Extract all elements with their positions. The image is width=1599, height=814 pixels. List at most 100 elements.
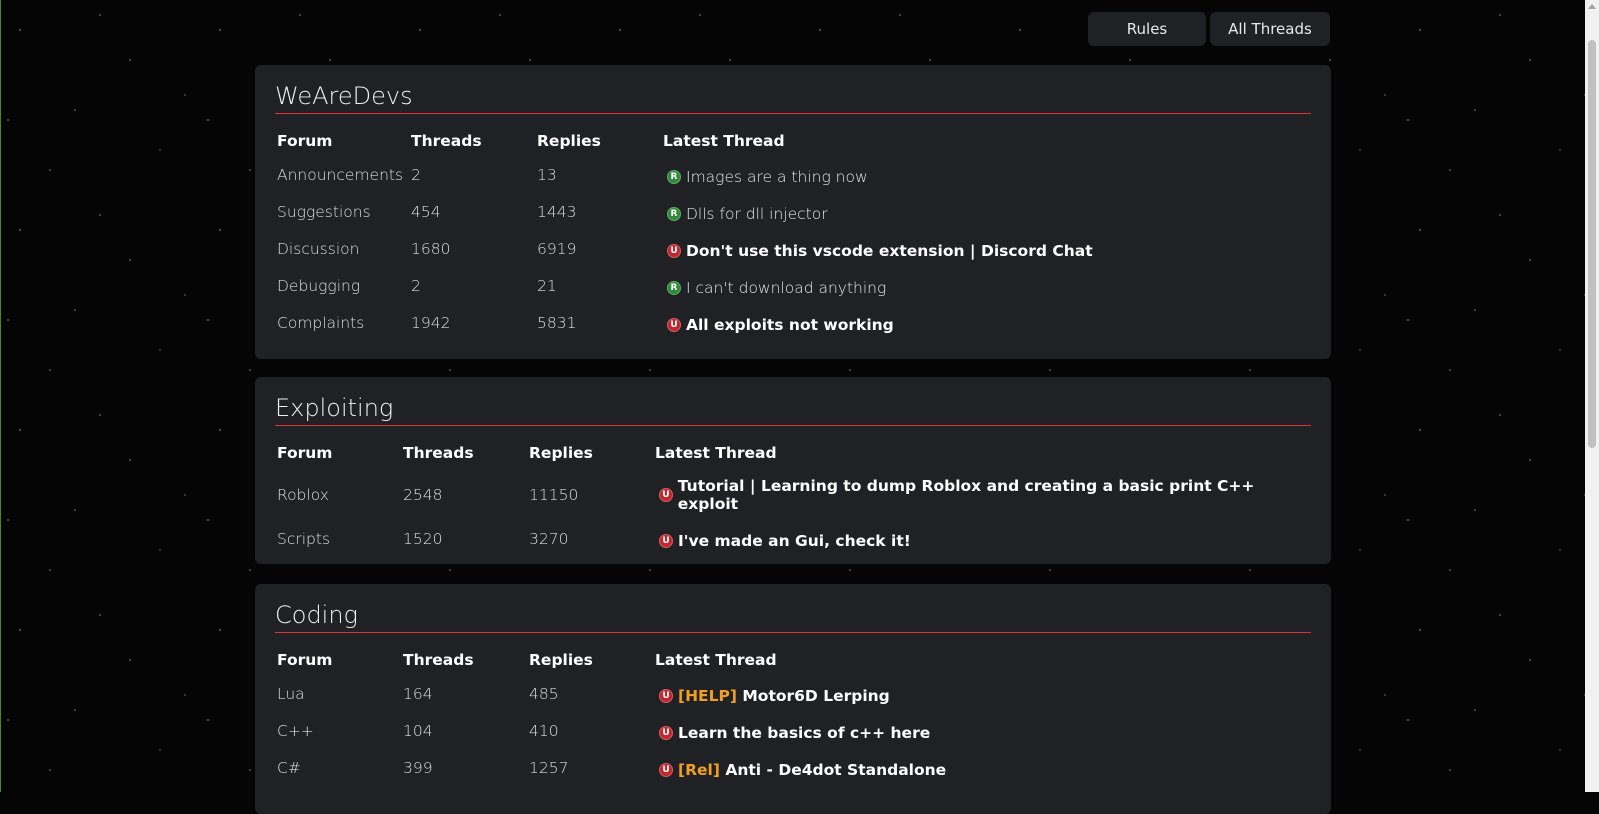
header-replies: Replies — [537, 131, 601, 150]
rules-button[interactable]: Rules — [1088, 12, 1206, 46]
latest-thread-cell: R Dlls for dll injector — [661, 195, 1095, 232]
latest-thread-title: Don't use this vscode extension | Discor… — [686, 242, 1093, 260]
latest-thread-link[interactable]: U All exploits not working — [663, 316, 894, 334]
unread-status-icon: U — [667, 243, 681, 258]
reply-count: 1257 — [529, 759, 569, 778]
thread-tag: [HELP] — [678, 686, 737, 705]
scroll-up-arrow-icon[interactable] — [1588, 4, 1596, 9]
thread-count: 454 — [411, 203, 441, 222]
thread-count: 1520 — [403, 530, 443, 549]
header-threads: Threads — [411, 131, 482, 150]
top-nav: Rules All Threads — [1088, 12, 1330, 46]
all-threads-button[interactable]: All Threads — [1210, 12, 1330, 46]
reply-count: 6919 — [537, 240, 577, 259]
forum-name-link[interactable]: Roblox — [275, 470, 401, 522]
read-status-icon: R — [667, 169, 681, 184]
unread-status-icon: U — [659, 688, 673, 703]
table-header-row: Forum Threads Replies Latest Thread — [275, 651, 948, 677]
latest-thread-link[interactable]: U Don't use this vscode extension | Disco… — [663, 242, 1093, 260]
reply-count: 13 — [537, 166, 557, 185]
thread-count: 1680 — [411, 240, 451, 259]
unread-status-icon: U — [667, 317, 681, 332]
thread-title-text: Tutorial | Learning to dump Roblox and c… — [677, 476, 1255, 513]
latest-thread-link[interactable]: U Tutorial | Learning to dump Roblox and … — [655, 477, 1309, 513]
table-header-row: Forum Threads Replies Latest Thread — [275, 444, 1311, 470]
forum-table: Forum Threads Replies Latest Thread Roblox 25… — [275, 444, 1311, 559]
thread-title-text: Motor6D Lerping — [742, 686, 890, 705]
latest-thread-cell: U All exploits not working — [661, 306, 1095, 343]
window-edge — [0, 0, 1, 792]
latest-thread-cell: U Tutorial | Learning to dump Roblox and … — [653, 470, 1311, 522]
latest-thread-title: Tutorial | Learning to dump Roblox and c… — [678, 477, 1309, 513]
table-row: Roblox 2548 11150 U Tutorial | Learning to d… — [275, 470, 1311, 522]
unread-status-icon: U — [659, 487, 673, 502]
forum-table: Forum Threads Replies Latest Thread Announce… — [275, 132, 1095, 343]
latest-thread-link[interactable]: R Dlls for dll injector — [663, 205, 828, 223]
reply-count: 21 — [537, 277, 557, 296]
reply-count: 410 — [529, 722, 559, 741]
thread-count: 164 — [403, 685, 433, 704]
thread-count: 2 — [411, 277, 421, 296]
section-exploiting: Exploiting Forum Threads Replies Latest Thre… — [255, 377, 1331, 564]
header-latest-thread: Latest Thread — [655, 650, 777, 669]
thread-count: 2 — [411, 166, 421, 185]
reply-count: 3270 — [529, 530, 569, 549]
table-row: Suggestions 454 1443 R Dlls for dll injector — [275, 195, 1095, 232]
reply-count: 5831 — [537, 314, 577, 333]
thread-count: 104 — [403, 722, 433, 741]
thread-title-text: I've made an Gui, check it! — [678, 531, 911, 550]
latest-thread-title: Learn the basics of c++ here — [678, 724, 930, 742]
latest-thread-link[interactable]: U I've made an Gui, check it! — [655, 532, 911, 550]
thread-title-text: Images are a thing now — [686, 167, 868, 186]
forum-name-link[interactable]: Scripts — [275, 522, 401, 559]
section-wearedevs: WeAreDevs Forum Threads Replies Latest Threa… — [255, 65, 1331, 359]
table-row: C++ 104 410 U Learn the basics of c++ here — [275, 714, 948, 751]
latest-thread-link[interactable]: R Images are a thing now — [663, 168, 868, 186]
latest-thread-cell: U [HELP] Motor6D Lerping — [653, 677, 948, 714]
table-row: C# 399 1257 U [Rel] Anti - De4dot Standalone — [275, 751, 948, 788]
section-title: Exploiting — [275, 377, 1311, 426]
latest-thread-cell: U Learn the basics of c++ here — [653, 714, 948, 751]
header-forum: Forum — [277, 650, 333, 669]
latest-thread-link[interactable]: U [Rel] Anti - De4dot Standalone — [655, 761, 946, 779]
latest-thread-cell: R Images are a thing now — [661, 158, 1095, 195]
thread-title-text: I can't download anything — [686, 278, 887, 297]
thread-title-text: Anti - De4dot Standalone — [725, 760, 947, 779]
thread-count: 1942 — [411, 314, 451, 333]
forum-table: Forum Threads Replies Latest Thread Lua 164 48… — [275, 651, 948, 788]
forum-name-link[interactable]: Complaints — [275, 306, 409, 343]
reply-count: 11150 — [529, 485, 579, 504]
forum-name-link[interactable]: Suggestions — [275, 195, 409, 232]
header-replies: Replies — [529, 443, 593, 462]
page-scrollbar[interactable] — [1585, 0, 1599, 792]
read-status-icon: R — [667, 206, 681, 221]
header-replies: Replies — [529, 650, 593, 669]
latest-thread-link[interactable]: U [HELP] Motor6D Lerping — [655, 687, 890, 705]
forum-name-link[interactable]: Announcements — [275, 158, 409, 195]
latest-thread-title: All exploits not working — [686, 316, 894, 334]
latest-thread-cell: R I can't download anything — [661, 269, 1095, 306]
reply-count: 1443 — [537, 203, 577, 222]
table-header-row: Forum Threads Replies Latest Thread — [275, 132, 1095, 158]
thread-title-text: Learn the basics of c++ here — [678, 723, 931, 742]
latest-thread-title: [Rel] Anti - De4dot Standalone — [678, 761, 946, 779]
header-latest-thread: Latest Thread — [663, 131, 785, 150]
scrollbar-thumb[interactable] — [1588, 40, 1596, 448]
latest-thread-title: Images are a thing now — [686, 168, 868, 186]
latest-thread-title: [HELP] Motor6D Lerping — [678, 687, 890, 705]
forum-name-link[interactable]: C++ — [275, 714, 401, 751]
thread-title-text: All exploits not working — [686, 315, 894, 334]
unread-status-icon: U — [659, 762, 673, 777]
thread-title-text: Don't use this vscode extension | Discor… — [686, 241, 1093, 260]
table-row: Scripts 1520 3270 U I've made an Gui, check … — [275, 522, 1311, 559]
unread-status-icon: U — [659, 725, 673, 740]
forum-name-link[interactable]: Debugging — [275, 269, 409, 306]
thread-count: 2548 — [403, 485, 443, 504]
forum-name-link[interactable]: C# — [275, 751, 401, 788]
forum-name-link[interactable]: Discussion — [275, 232, 409, 269]
reply-count: 485 — [529, 685, 559, 704]
forum-name-link[interactable]: Lua — [275, 677, 401, 714]
latest-thread-link[interactable]: R I can't download anything — [663, 279, 886, 297]
header-forum: Forum — [277, 443, 333, 462]
latest-thread-link[interactable]: U Learn the basics of c++ here — [655, 724, 930, 742]
